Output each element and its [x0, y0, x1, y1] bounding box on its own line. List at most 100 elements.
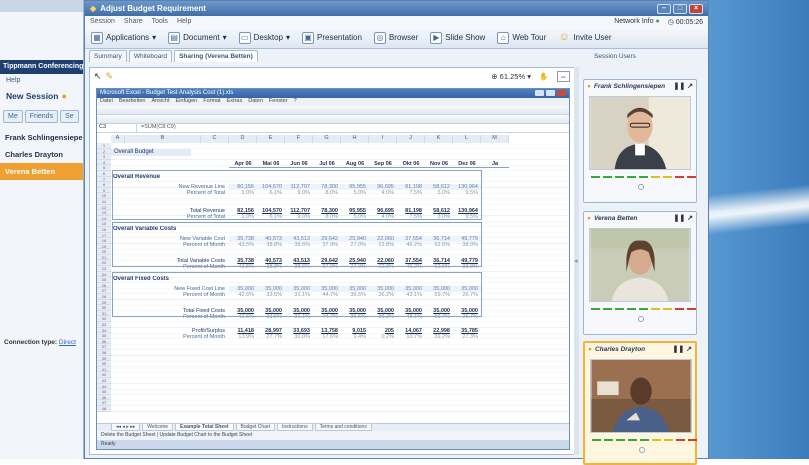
contact-item[interactable]: Frank Schlingensiepen: [0, 129, 83, 146]
excel-close-button[interactable]: [557, 90, 566, 96]
column-header[interactable]: G: [313, 135, 341, 143]
pointer-tool-icon[interactable]: ↖: [94, 71, 102, 82]
document-button[interactable]: ▤ Document ▾: [168, 31, 227, 44]
table-cell[interactable]: 27.3%: [453, 334, 481, 340]
name-box[interactable]: C3: [97, 124, 137, 132]
table-cell[interactable]: 9.4%: [341, 334, 369, 340]
table-cell[interactable]: 27.7%: [257, 334, 285, 340]
table-cell[interactable]: 10.7%: [397, 334, 425, 340]
row-header[interactable]: 48: [97, 405, 111, 412]
contact-tabs: Me Friends Se: [0, 108, 83, 125]
shared-excel-window: Microsoft Excel - Budget Test Analysis C…: [96, 88, 570, 450]
sheet-nav-arrows[interactable]: ◂◂ ◂ ▸ ▸▸: [111, 424, 141, 431]
contact-item-selected[interactable]: Verena Betten: [0, 163, 83, 180]
sheet-tab[interactable]: Example Total Sheet: [174, 424, 234, 431]
sheet-tab[interactable]: Terms and conditions: [314, 424, 372, 431]
tab-friends[interactable]: Friends: [24, 110, 59, 123]
pause-icon[interactable]: ❚❚ ↗: [673, 82, 693, 90]
excel-menu-item[interactable]: Ansicht: [151, 98, 169, 106]
tab-summary[interactable]: Summary: [89, 50, 127, 62]
sheet-tab[interactable]: Instructions: [277, 424, 313, 431]
column-header[interactable]: I: [369, 135, 397, 143]
excel-menu-item[interactable]: Einfügen: [176, 98, 198, 106]
pause-icon[interactable]: ❚❚ ↗: [672, 345, 692, 353]
menu-tools[interactable]: Tools: [152, 18, 168, 25]
tab-sessions[interactable]: Se: [60, 110, 79, 123]
row-cells: 13.9% 27.7% 30.0% 17.6% 9.4% 0.2% 10.7% 39.2% 27…: [229, 334, 481, 340]
excel-format-toolbar[interactable]: [97, 115, 569, 124]
excel-menu-item[interactable]: Daten: [248, 98, 263, 106]
collapse-arrow-icon[interactable]: ◂: [574, 257, 578, 265]
volume-slider-knob[interactable]: [638, 184, 644, 190]
excel-minimize-button[interactable]: [535, 90, 544, 96]
presentation-button[interactable]: ▣ Presentation: [302, 31, 362, 44]
session-users-panel: ● Frank Schlingensiepen ❚❚ ↗ ● Verena Betten…: [578, 67, 705, 465]
column-header[interactable]: M: [481, 135, 509, 143]
table-cell[interactable]: 17.6%: [313, 334, 341, 340]
web-tour-button[interactable]: ⌂ Web Tour: [497, 31, 546, 44]
column-header[interactable]: D: [229, 135, 257, 143]
session-timer: ◷ 00:05:26: [667, 18, 703, 26]
pause-icon[interactable]: ❚❚ ↗: [673, 214, 693, 222]
formula-input[interactable]: =SUM(C8:C9): [137, 124, 176, 132]
slide-show-button[interactable]: ▶ Slide Show: [430, 31, 485, 44]
new-session-button[interactable]: New Session ●: [0, 87, 83, 105]
month-header: Apr 06: [229, 161, 257, 168]
menu-help[interactable]: Help: [177, 18, 191, 25]
column-header[interactable]: A: [111, 135, 125, 143]
excel-menu-item[interactable]: Fenster: [269, 98, 288, 106]
column-header[interactable]: B: [125, 135, 201, 143]
sheet-tab[interactable]: Budget Chart: [235, 424, 275, 431]
browser-label: Browser: [388, 33, 419, 42]
browser-button[interactable]: ◎ Browser: [373, 31, 419, 44]
connection-type-link[interactable]: Direct: [59, 339, 76, 346]
help-link[interactable]: Help: [0, 74, 83, 87]
fit-screen-icon[interactable]: ⇔: [556, 70, 570, 82]
excel-menu-item[interactable]: Bearbeiten: [119, 98, 146, 106]
spreadsheet-grid[interactable]: ABCDEFGHIJKLM 1 2 3 4 5 6 7 8 9 10 11 12 13 14 15 16 17 1…: [97, 135, 569, 417]
connection-type: Connection type: Direct: [4, 339, 76, 346]
invite-user-button[interactable]: ☺ Invite User: [558, 31, 612, 44]
app-icon: ◆: [90, 4, 97, 13]
table-cell[interactable]: 0.2%: [369, 334, 397, 340]
chevron-down-icon: ▾: [152, 33, 157, 42]
tab-me[interactable]: Me: [3, 110, 23, 123]
excel-maximize-button[interactable]: [546, 90, 555, 96]
menu-session[interactable]: Session: [90, 18, 115, 25]
zoom-control[interactable]: ⊕ 61.25% ▾ ✋ ⇔: [491, 70, 570, 82]
column-header[interactable]: K: [425, 135, 453, 143]
excel-standard-toolbar[interactable]: [97, 106, 569, 115]
excel-menu-item[interactable]: ?: [294, 98, 297, 106]
column-header[interactable]: E: [257, 135, 285, 143]
tab-sharing[interactable]: Sharing (Verena Betten): [174, 50, 258, 62]
column-header[interactable]: F: [285, 135, 313, 143]
minimize-button[interactable]: –: [657, 3, 671, 14]
close-button[interactable]: ×: [689, 3, 703, 14]
maximize-button[interactable]: □: [673, 3, 687, 14]
sheet-cells[interactable]: Overall Budget Apr 06 Mai 06 Jun 06 Jul 06 A…: [111, 143, 569, 417]
excel-menu-item[interactable]: Extras: [227, 98, 243, 106]
hand-tool-icon[interactable]: ✋: [539, 72, 548, 81]
participant-name: Charles Drayton: [594, 345, 646, 353]
menu-share[interactable]: Share: [124, 18, 143, 25]
network-info[interactable]: Network Info ●: [614, 18, 659, 26]
column-header[interactable]: L: [453, 135, 481, 143]
volume-slider-knob[interactable]: [639, 447, 645, 453]
annotate-icon[interactable]: ✎: [106, 71, 114, 82]
applications-button[interactable]: ▦ Applications ▾: [91, 31, 157, 44]
table-cell[interactable]: 30.0%: [285, 334, 313, 340]
excel-title: Microsoft Excel - Budget Test Analysis C…: [100, 90, 234, 96]
desktop-button[interactable]: ▭ Desktop ▾: [238, 31, 290, 44]
table-cell[interactable]: 39.2%: [425, 334, 453, 340]
excel-menu-item[interactable]: Format: [203, 98, 220, 106]
month-header: Nov 06: [425, 161, 453, 168]
volume-slider-knob[interactable]: [638, 316, 644, 322]
column-header[interactable]: J: [397, 135, 425, 143]
sheet-tab[interactable]: Welcome: [142, 424, 173, 431]
column-header[interactable]: C: [201, 135, 229, 143]
excel-menu-item[interactable]: Datei: [100, 98, 113, 106]
tab-whiteboard[interactable]: Whiteboard: [128, 50, 173, 62]
contact-item[interactable]: Charles Drayton: [0, 146, 83, 163]
table-cell[interactable]: 13.9%: [229, 334, 257, 340]
column-header[interactable]: H: [341, 135, 369, 143]
